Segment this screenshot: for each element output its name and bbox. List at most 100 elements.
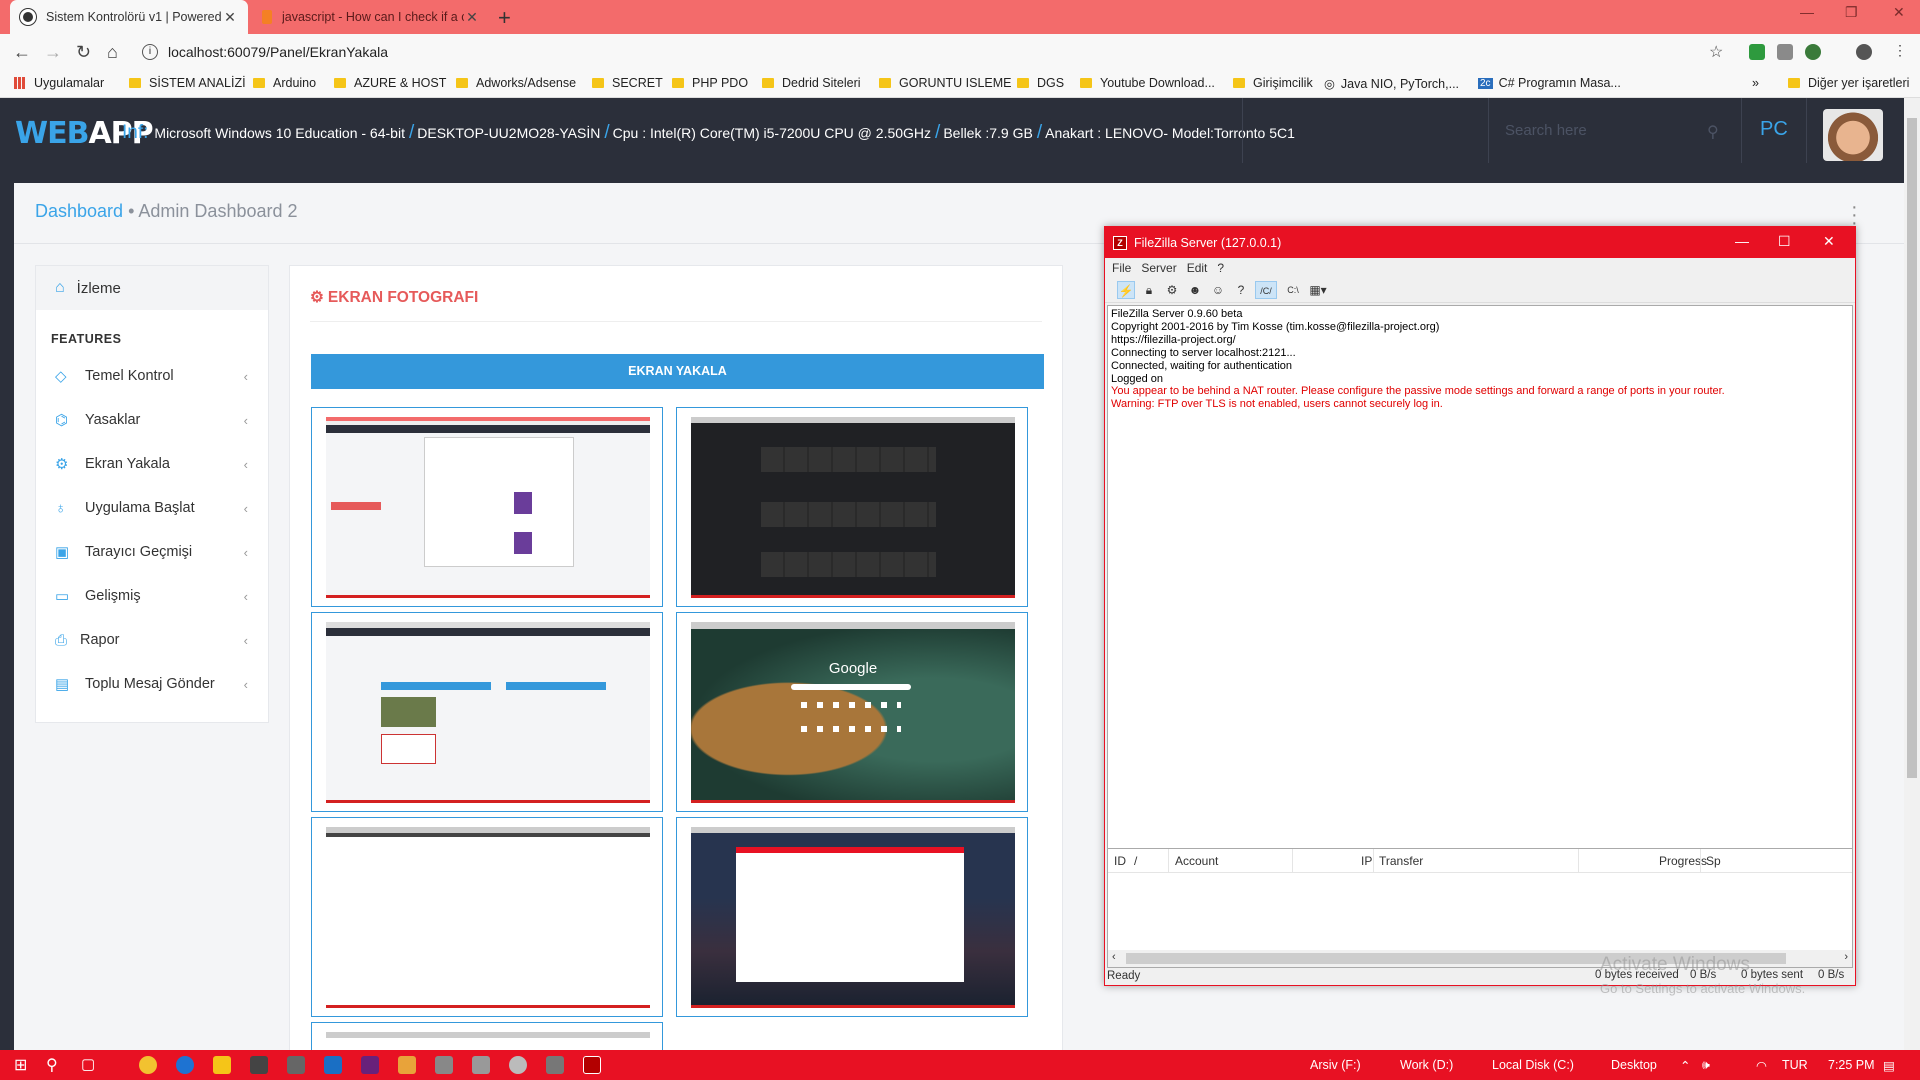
sidebar-item-toplu-mesaj[interactable]: ▤ Toplu Mesaj Gönder ‹ [36,662,268,706]
profile-icon[interactable] [1856,44,1872,60]
forward-icon[interactable]: → [44,42,62,63]
lock-icon[interactable]: 🔒︎ [1140,281,1158,299]
tab-close-icon[interactable]: ✕ [464,9,480,26]
menu-file[interactable]: File [1112,261,1131,275]
wifi-icon[interactable]: ◠ [1756,1058,1767,1073]
language-indicator[interactable]: TUR [1782,1058,1808,1072]
page-scroll-thumb[interactable] [1907,118,1917,778]
unix-path-button[interactable]: /C/ [1255,280,1277,299]
toolbar-desktop[interactable]: Desktop [1611,1058,1657,1072]
bookmark-folder[interactable]: Dedrid Siteleri [762,76,861,90]
remote-desktop-icon[interactable] [546,1056,564,1074]
windows-start-icon[interactable]: ⊞ [14,1055,27,1075]
bookmark-apps[interactable]: Uygulamalar [14,76,104,90]
screenshot-thumbnail[interactable] [311,407,663,607]
page-scrollbar[interactable] [1904,98,1920,1050]
volume-icon[interactable]: 🕪︎ [1702,1058,1710,1073]
paint-icon[interactable] [398,1056,416,1074]
users-icon[interactable]: ☻ [1186,281,1204,299]
back-icon[interactable]: ← [13,42,31,63]
menu-help[interactable]: ? [1217,261,1224,275]
bookmark-link[interactable]: ◎ Java NIO, PyTorch,... [1324,76,1459,92]
clock[interactable]: 7:25 PM [1828,1058,1875,1072]
sidebar-item-temel-kontrol[interactable]: ◇ Temel Kontrol ‹ [36,354,268,398]
task-view-icon[interactable]: ▢ [81,1055,95,1073]
bookmark-folder[interactable]: DGS [1017,76,1064,90]
minimize-icon[interactable]: — [1735,233,1749,249]
calculator-icon[interactable] [435,1056,453,1074]
toolbar-drive-c[interactable]: Local Disk (C:) [1492,1058,1574,1072]
toolbar-drive-d[interactable]: Work (D:) [1400,1058,1453,1072]
bookmark-link[interactable]: 2c C# Programın Masa... [1478,76,1621,90]
app-icon[interactable] [509,1056,527,1074]
col-transfer[interactable]: Transfer [1379,854,1423,868]
filezilla-titlebar[interactable]: Z FileZilla Server (127.0.0.1) — ☐ ✕ [1105,227,1855,258]
bookmark-folder[interactable]: GORUNTU ISLEME [879,76,1012,90]
windows-path-button[interactable]: C:\ [1282,281,1304,299]
bookmark-star-icon[interactable]: ☆ [1709,42,1723,62]
close-window-icon[interactable]: ✕ [1893,4,1905,21]
bookmark-folder[interactable]: Youtube Download... [1080,76,1215,90]
menu-server[interactable]: Server [1141,261,1176,275]
bookmark-folder[interactable]: PHP PDO [672,76,748,90]
tab-javascript[interactable]: javascript - How can I check if a c ✕ [252,0,490,34]
view-dropdown-icon[interactable]: ▦▾ [1309,281,1327,299]
sidebar-item-yasaklar[interactable]: ⌬ Yasaklar ‹ [36,398,268,442]
bookmark-folder[interactable]: AZURE & HOST [334,76,446,90]
screenshot-thumbnail[interactable] [676,817,1028,1017]
bookmark-folder[interactable]: SİSTEM ANALİZİ [129,76,246,90]
tab-close-icon[interactable]: ✕ [222,9,238,26]
extension-shield-icon[interactable] [1749,44,1765,60]
app-icon[interactable] [472,1056,490,1074]
reload-icon[interactable]: ↻ [76,42,91,63]
breadcrumb-dashboard[interactable]: Dashboard [35,201,123,221]
file-explorer-icon[interactable] [213,1056,231,1074]
connect-icon[interactable]: ⚡ [1117,280,1135,299]
extension-gray-icon[interactable] [1777,44,1793,60]
maximize-icon[interactable]: ☐ [1778,233,1791,250]
scroll-right-icon[interactable]: › [1844,951,1848,963]
extension-green-icon[interactable] [1805,44,1821,60]
sidebar-item-ekran-yakala[interactable]: ⚙ Ekran Yakala ‹ [36,442,268,486]
tray-overflow-icon[interactable]: ⌃ [1680,1058,1690,1073]
col-account[interactable]: Account [1175,854,1218,868]
search-icon[interactable]: ⚲ [1707,122,1719,142]
groups-icon[interactable]: ☺ [1209,281,1227,299]
avatar[interactable] [1823,109,1883,161]
capture-screen-button[interactable]: EKRAN YAKALA [311,354,1044,389]
bookmark-folder[interactable]: Arduino [253,76,316,90]
bookmarks-overflow-button[interactable]: » [1752,76,1759,90]
bookmark-folder[interactable]: Girişimcilik [1233,76,1313,90]
restore-window-icon[interactable]: ❐ [1845,4,1858,21]
box-app-icon[interactable] [324,1056,342,1074]
menu-kebab-icon[interactable]: ⋮ [1893,42,1907,59]
toolbar-drive-f[interactable]: Arsiv (F:) [1310,1058,1361,1072]
mail-icon[interactable] [287,1056,305,1074]
screenshot-thumbnail[interactable] [311,817,663,1017]
sidebar-item-gelismis[interactable]: ▭ Gelişmiş ‹ [36,574,268,618]
close-icon[interactable]: ✕ [1823,233,1835,250]
col-ip[interactable]: IP [1361,854,1372,868]
edge-icon[interactable] [176,1056,194,1074]
menu-edit[interactable]: Edit [1187,261,1208,275]
sidebar-item-uygulama-baslat[interactable]: ♁ Uygulama Başlat ‹ [36,486,268,530]
chrome-icon[interactable] [139,1056,157,1074]
screenshot-thumbnail[interactable] [311,612,663,812]
site-info-icon[interactable]: i [142,44,158,60]
help-icon[interactable]: ? [1232,281,1250,299]
store-icon[interactable] [250,1056,268,1074]
minimize-window-icon[interactable]: — [1800,4,1814,20]
bookmark-folder[interactable]: SECRET [592,76,663,90]
col-speed[interactable]: Sp [1706,854,1721,868]
home-icon[interactable]: ⌂ [107,42,118,63]
sidebar-item-rapor[interactable]: ⎙ Rapor ‹ [36,618,268,662]
tab-sistem-kontrol[interactable]: Sistem Kontrolörü v1 | Powered b ✕ [10,0,248,34]
pc-label[interactable]: PC [1760,118,1788,141]
notifications-icon[interactable]: ▤ [1883,1058,1895,1073]
screenshot-thumbnail[interactable] [676,407,1028,607]
options-kebab-icon[interactable]: · · · [1851,197,1858,233]
address-bar[interactable]: i localhost:60079/Panel/EkranYakala [142,38,1712,66]
bookmark-other-folder[interactable]: Diğer yer işaretleri [1788,76,1909,90]
visual-studio-icon[interactable] [361,1056,379,1074]
scroll-left-icon[interactable]: ‹ [1112,951,1116,963]
